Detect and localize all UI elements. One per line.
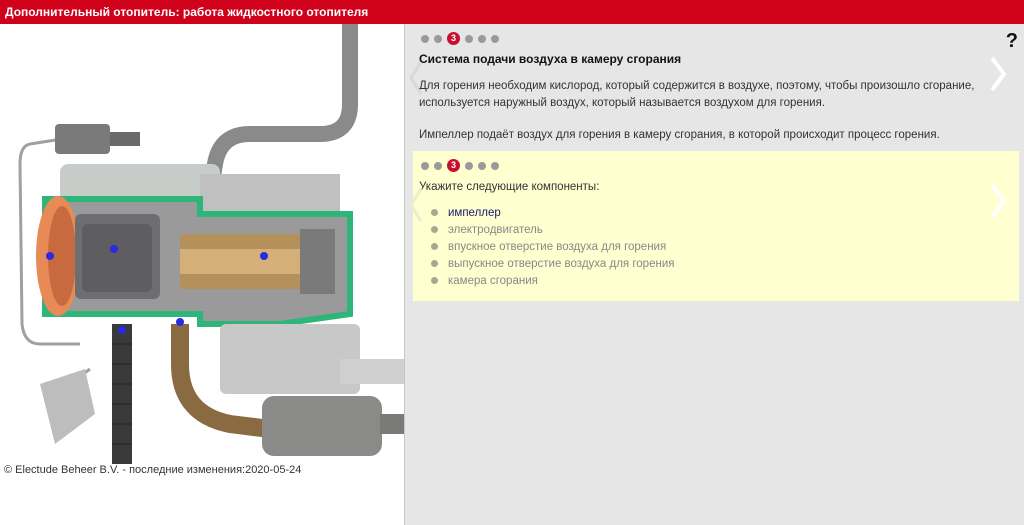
component-label: электродвигатель bbox=[448, 223, 543, 236]
component-label: импеллер bbox=[448, 206, 501, 219]
info-paragraph-2: Импеллер подаёт воздух для горения в кам… bbox=[419, 129, 940, 141]
component-item-air-outlet[interactable]: выпускное отверстие воздуха для горения bbox=[431, 255, 674, 272]
step-dot[interactable] bbox=[478, 34, 486, 43]
step-dot[interactable] bbox=[434, 34, 442, 43]
component-list: импеллер электродвигатель впускное отвер… bbox=[431, 204, 674, 289]
task-next-arrow-icon[interactable] bbox=[989, 183, 1007, 219]
combustion-chamber-marker[interactable] bbox=[260, 252, 268, 260]
task-prompt: Укажите следующие компоненты: bbox=[419, 181, 600, 193]
step-dot[interactable] bbox=[434, 161, 442, 170]
copyright-text: © Electude Beheer B.V. - последние измен… bbox=[4, 464, 302, 476]
info-step-dots: 3 bbox=[421, 32, 499, 45]
task-prev-arrow-icon[interactable] bbox=[409, 187, 423, 223]
section-title: Система подачи воздуха в камеру сгорания bbox=[419, 52, 682, 66]
component-item-impeller[interactable]: импеллер bbox=[431, 204, 674, 221]
bullet-icon bbox=[431, 226, 438, 233]
impeller-marker[interactable] bbox=[46, 252, 54, 260]
task-step-dots: 3 bbox=[421, 159, 499, 172]
step-dot[interactable] bbox=[478, 161, 486, 170]
task-box: 3 Укажите следующие компоненты: импеллер… bbox=[409, 151, 1019, 301]
step-dot[interactable] bbox=[465, 161, 473, 170]
help-button[interactable]: ? bbox=[1006, 30, 1018, 53]
heater-illustration bbox=[18, 24, 404, 464]
illustration-panel: © Electude Beheer B.V. - последние измен… bbox=[0, 24, 404, 525]
content-panel: ? 3 Система подачи воздуха в камеру сгор… bbox=[404, 24, 1024, 525]
info-paragraph-1-line-2: используется наружный воздух, который на… bbox=[419, 97, 826, 109]
component-label: камера сгорания bbox=[448, 274, 538, 287]
component-label: выпускное отверстие воздуха для горения bbox=[448, 257, 675, 270]
bullet-icon bbox=[431, 277, 438, 284]
component-item-motor[interactable]: электродвигатель bbox=[431, 221, 674, 238]
step-dot[interactable] bbox=[421, 34, 429, 43]
step-dot[interactable] bbox=[421, 161, 429, 170]
bullet-icon bbox=[431, 243, 438, 250]
info-paragraph-1-line-1: Для горения необходим кислород, который … bbox=[419, 80, 975, 92]
bullet-icon bbox=[431, 209, 438, 216]
prev-arrow-icon[interactable] bbox=[409, 60, 423, 96]
component-item-combustion-chamber[interactable]: камера сгорания bbox=[431, 272, 674, 289]
component-item-air-inlet[interactable]: впускное отверстие воздуха для горения bbox=[431, 238, 674, 255]
window-title: Дополнительный отопитель: работа жидкост… bbox=[0, 0, 1024, 24]
next-arrow-icon[interactable] bbox=[989, 56, 1007, 92]
step-dot[interactable] bbox=[465, 34, 473, 43]
component-label: впускное отверстие воздуха для горения bbox=[448, 240, 667, 253]
air-outlet-marker[interactable] bbox=[176, 318, 184, 326]
step-dot[interactable] bbox=[491, 34, 499, 43]
step-dot[interactable] bbox=[491, 161, 499, 170]
air-inlet-marker[interactable] bbox=[118, 326, 126, 334]
step-dot-current[interactable]: 3 bbox=[447, 159, 460, 172]
step-dot-current[interactable]: 3 bbox=[447, 32, 460, 45]
bullet-icon bbox=[431, 260, 438, 267]
motor-marker[interactable] bbox=[110, 245, 118, 253]
